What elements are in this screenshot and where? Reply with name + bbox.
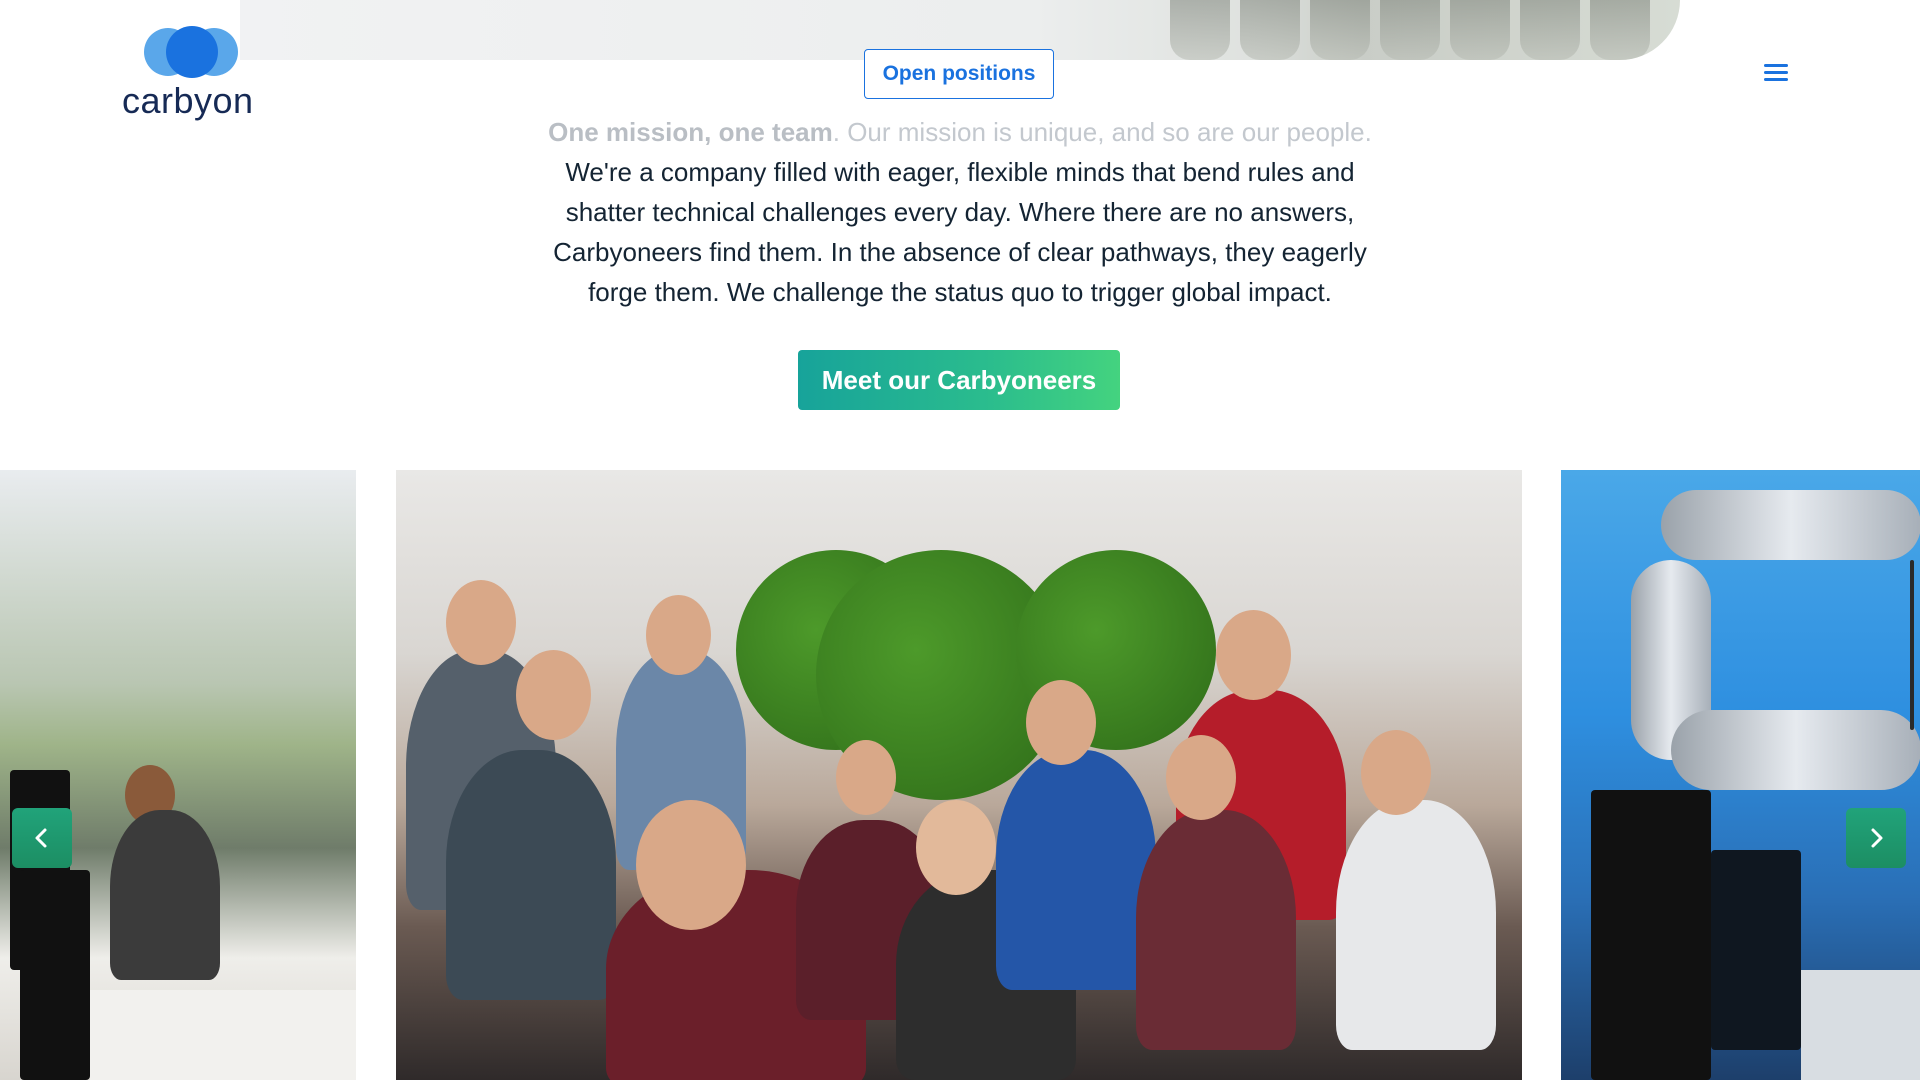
intro-line-3: shatter technical challenges every day. …	[565, 197, 1355, 227]
intro-lead-bold: One mission, one team	[548, 117, 833, 147]
meet-carbyoneers-button[interactable]: Meet our Carbyoneers	[798, 350, 1120, 410]
carousel-prev-button[interactable]	[12, 808, 72, 868]
mission-intro-text: One mission, one team. Our mission is un…	[470, 112, 1450, 312]
logo-wordmark: carbyon	[122, 80, 254, 121]
intro-line-5: forge them. We challenge the status quo …	[588, 277, 1332, 307]
carousel-slide-office-window	[0, 470, 356, 1080]
page-scrollbar[interactable]	[1910, 560, 1914, 730]
team-photo-carousel[interactable]	[0, 470, 1920, 1080]
hamburger-menu-icon[interactable]	[1764, 62, 1790, 82]
intro-line-4: Carbyoneers find them. In the absence of…	[553, 237, 1367, 267]
intro-line-2: We're a company filled with eager, flexi…	[565, 157, 1355, 187]
intro-line-1: One mission, one team. Our mission is un…	[470, 112, 1450, 152]
carousel-next-button[interactable]	[1846, 808, 1906, 868]
chevron-right-icon	[1871, 828, 1883, 848]
open-positions-button[interactable]: Open positions	[864, 49, 1054, 99]
intro-lead-rest: . Our mission is unique, and so are our …	[832, 117, 1372, 147]
carousel-slide-lab-pipes	[1561, 470, 1920, 1080]
carbyon-logo[interactable]: carbyon	[122, 24, 262, 124]
chevron-left-icon	[35, 828, 47, 848]
carousel-slide-team-meeting	[396, 470, 1522, 1080]
logo-mark-icon	[144, 24, 244, 80]
